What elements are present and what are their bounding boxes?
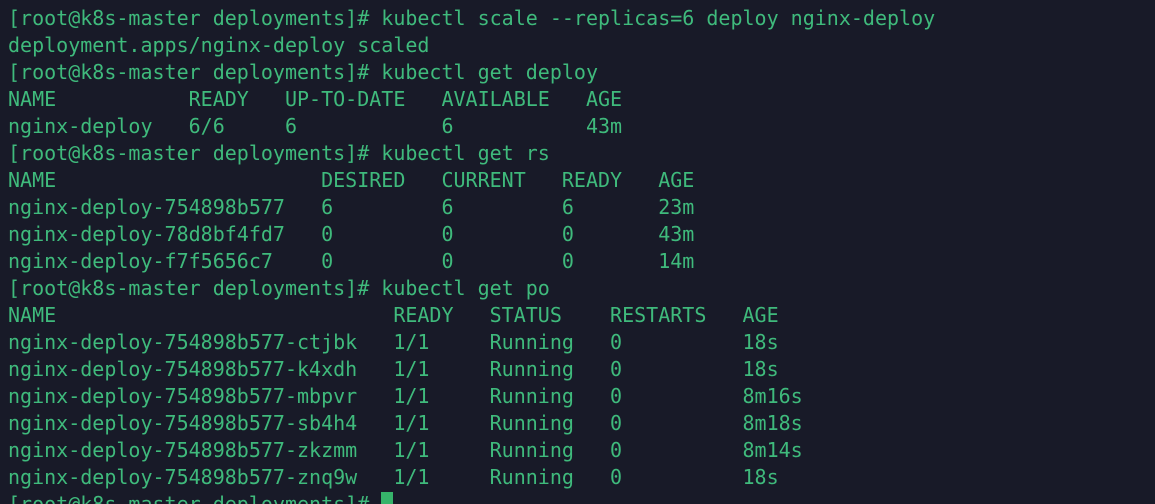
- rs-table-row: nginx-deploy-f7f5656c7 0 0 0 14m: [8, 248, 1155, 275]
- po-table-row: nginx-deploy-754898b577-k4xdh 1/1 Runnin…: [8, 356, 1155, 383]
- rs-table-row: nginx-deploy-78d8bf4fd7 0 0 0 43m: [8, 221, 1155, 248]
- rs-table-row: nginx-deploy-754898b577 6 6 6 23m: [8, 194, 1155, 221]
- po-table-row: nginx-deploy-754898b577-zkzmm 1/1 Runnin…: [8, 437, 1155, 464]
- po-table-row: nginx-deploy-754898b577-znq9w 1/1 Runnin…: [8, 464, 1155, 491]
- command-line-get-po: [root@k8s-master deployments]# kubectl g…: [8, 275, 1155, 302]
- terminal[interactable]: [root@k8s-master deployments]# kubectl s…: [0, 0, 1155, 504]
- rs-table-header: NAME DESIRED CURRENT READY AGE: [8, 167, 1155, 194]
- deploy-table-header: NAME READY UP-TO-DATE AVAILABLE AGE: [8, 86, 1155, 113]
- po-table-row: nginx-deploy-754898b577-mbpvr 1/1 Runnin…: [8, 383, 1155, 410]
- po-table-header: NAME READY STATUS RESTARTS AGE: [8, 302, 1155, 329]
- prompt-text: [root@k8s-master deployments]#: [8, 492, 381, 504]
- terminal-cursor: [381, 492, 393, 504]
- po-table-row: nginx-deploy-754898b577-sb4h4 1/1 Runnin…: [8, 410, 1155, 437]
- prompt-line: [root@k8s-master deployments]#: [8, 491, 1155, 504]
- command-line-get-deploy: [root@k8s-master deployments]# kubectl g…: [8, 59, 1155, 86]
- deploy-table-row: nginx-deploy 6/6 6 6 43m: [8, 113, 1155, 140]
- command-line-scale: [root@k8s-master deployments]# kubectl s…: [8, 5, 1155, 32]
- output-scaled: deployment.apps/nginx-deploy scaled: [8, 32, 1155, 59]
- command-line-get-rs: [root@k8s-master deployments]# kubectl g…: [8, 140, 1155, 167]
- po-table-row: nginx-deploy-754898b577-ctjbk 1/1 Runnin…: [8, 329, 1155, 356]
